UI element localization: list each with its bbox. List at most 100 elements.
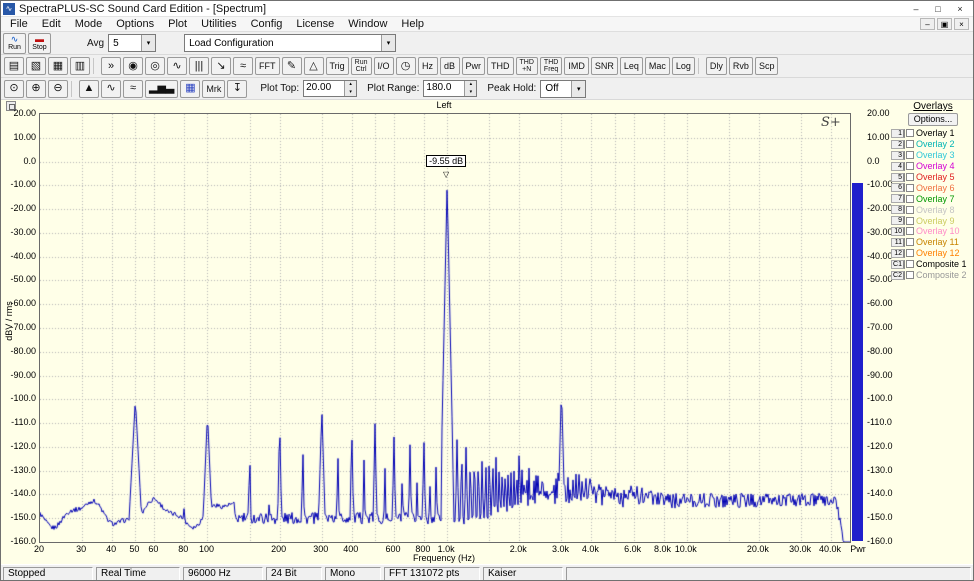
save-button[interactable]: ▦ <box>48 57 68 75</box>
overlay-id-button[interactable]: 8 <box>891 205 905 215</box>
overlay-id-button[interactable]: 11 <box>891 237 905 247</box>
plot-corner-icon[interactable] <box>6 101 16 111</box>
maximize-button[interactable]: □ <box>927 2 949 16</box>
zoom-in-button[interactable]: ⊕ <box>26 79 46 98</box>
overlay-checkbox[interactable] <box>906 249 914 258</box>
spin-up-icon[interactable]: ▴ <box>345 81 356 89</box>
macro-button[interactable]: Mac <box>644 57 670 75</box>
hz-button[interactable]: Hz <box>417 57 438 75</box>
imd-button[interactable]: IMD <box>564 57 589 75</box>
overlay-checkbox[interactable] <box>906 162 914 171</box>
overlay-id-button[interactable]: C1 <box>891 259 905 269</box>
menu-options[interactable]: Options <box>109 17 161 32</box>
magnifier-button[interactable]: ⊙ <box>4 79 24 98</box>
spin-up-icon[interactable]: ▴ <box>465 81 476 89</box>
menu-config[interactable]: Config <box>244 17 290 32</box>
leq-button[interactable]: Leq <box>619 57 643 75</box>
overlay-id-button[interactable]: 9 <box>891 216 905 226</box>
fft-settings-button[interactable]: FFT <box>255 57 280 75</box>
menu-mode[interactable]: Mode <box>68 17 110 32</box>
overlay-id-button[interactable]: 5 <box>891 172 905 182</box>
open-file-button[interactable]: ▧ <box>26 57 46 75</box>
overlay-id-button[interactable]: 3 <box>891 150 905 160</box>
overlay-checkbox[interactable] <box>906 173 914 181</box>
overlay-id-button[interactable]: 10 <box>891 226 905 236</box>
marker-flag-button[interactable]: ↧ <box>227 79 248 98</box>
spin-down-icon[interactable]: ▾ <box>345 89 356 97</box>
plot-range-spinner[interactable]: ▴ ▾ <box>464 81 477 97</box>
reverb-button[interactable]: Rvb <box>728 57 753 75</box>
overlay-checkbox[interactable] <box>906 194 914 203</box>
menu-file[interactable]: File <box>3 17 35 32</box>
line-plot-button[interactable]: ∿ <box>101 79 121 98</box>
spin-down-icon[interactable]: ▾ <box>465 89 476 97</box>
overlay-checkbox[interactable] <box>906 151 914 160</box>
overlay-id-button[interactable]: 2 <box>891 139 905 149</box>
time-series-view-button[interactable]: ∿ <box>167 57 187 75</box>
meter-view-button[interactable]: ◎ <box>145 57 165 75</box>
minimize-button[interactable]: – <box>905 2 927 16</box>
overlay-checkbox[interactable] <box>906 205 914 214</box>
overlay-id-button[interactable]: 6 <box>891 183 905 193</box>
phase-view-button[interactable]: ↘ <box>211 57 231 75</box>
overlay-checkbox[interactable] <box>906 183 914 192</box>
dropdown-arrow-icon[interactable]: ▾ <box>381 35 396 51</box>
delay-button[interactable]: Dly <box>705 57 727 75</box>
dropdown-arrow-icon[interactable]: ▾ <box>141 35 156 51</box>
spectrum-view-button[interactable]: ||| <box>189 57 209 75</box>
menu-utilities[interactable]: Utilities <box>194 17 243 32</box>
thd-freq-button[interactable]: THD Freq <box>539 57 563 75</box>
child-restore-button[interactable]: ▣ <box>937 18 952 30</box>
overlay-checkbox[interactable] <box>906 260 914 269</box>
thd-button[interactable]: THD <box>487 57 514 75</box>
plot-top-spinner[interactable]: ▴ ▾ <box>344 81 357 97</box>
menu-window[interactable]: Window <box>341 17 394 32</box>
averages-select[interactable]: 5 ▾ <box>108 34 157 52</box>
scope-view-button[interactable]: ◉ <box>123 57 143 75</box>
scope-button[interactable]: Scp <box>754 57 779 75</box>
overlay-checkbox[interactable] <box>906 216 914 225</box>
overlay-id-button[interactable]: 7 <box>891 194 905 204</box>
menu-edit[interactable]: Edit <box>35 17 68 32</box>
marker-button[interactable]: Mrk <box>202 79 226 98</box>
overlay-checkbox[interactable] <box>906 238 914 247</box>
close-button[interactable]: × <box>949 2 971 16</box>
timer-button[interactable]: ◷ <box>395 57 416 75</box>
dropdown-arrow-icon[interactable]: ▾ <box>571 80 586 97</box>
spectrogram-view-button[interactable]: ≈ <box>233 57 253 75</box>
snr-button[interactable]: SNR <box>590 57 618 75</box>
stop-button[interactable]: ▬ Stop <box>28 32 51 54</box>
trigger-button[interactable]: Trig <box>325 57 349 75</box>
peak-hold-select[interactable]: Off ▾ <box>540 79 587 98</box>
plot-top-input[interactable]: 20.00 ▴ ▾ <box>303 80 358 97</box>
new-file-button[interactable]: ▤ <box>4 57 24 75</box>
overlay-id-button[interactable]: 1 <box>891 128 905 138</box>
power-button[interactable]: Pwr <box>461 57 486 75</box>
peak-marker-icon[interactable]: ▽ <box>443 170 449 179</box>
fast-forward-button[interactable]: » <box>101 57 121 75</box>
child-minimize-button[interactable]: – <box>920 18 935 30</box>
db-button[interactable]: dB <box>439 57 460 75</box>
menu-help[interactable]: Help <box>394 17 431 32</box>
annotate-button[interactable]: ✎ <box>281 57 302 75</box>
fill-plot-button[interactable]: ≈ <box>123 79 143 98</box>
plot-range-input[interactable]: 180.0 ▴ ▾ <box>423 80 478 97</box>
overlay-id-button[interactable]: C2 <box>891 270 905 280</box>
overlay-checkbox[interactable] <box>906 271 914 280</box>
logging-button[interactable]: Log <box>671 57 695 75</box>
io-button[interactable]: I/O <box>373 57 394 75</box>
peak-display-button[interactable]: ▲ <box>79 79 99 98</box>
overlay-checkbox[interactable] <box>906 227 914 236</box>
run-control-button[interactable]: Run Ctrl <box>350 57 372 75</box>
child-close-button[interactable]: × <box>954 18 969 30</box>
overlay-checkbox[interactable] <box>906 140 914 149</box>
overlay-id-button[interactable]: 4 <box>891 161 905 171</box>
menu-license[interactable]: License <box>289 17 341 32</box>
grid-toggle-button[interactable]: ▦ <box>180 79 201 98</box>
print-button[interactable]: ▥ <box>70 57 90 75</box>
overlay-id-button[interactable]: 12 <box>891 248 905 258</box>
overlay-options-button[interactable]: Options... <box>907 113 959 126</box>
peak-marker-label[interactable]: -9.55 dB <box>426 155 467 168</box>
bar-plot-button[interactable]: ▂▅▃ <box>145 79 179 98</box>
configuration-select[interactable]: Load Configuration ▾ <box>184 34 397 52</box>
